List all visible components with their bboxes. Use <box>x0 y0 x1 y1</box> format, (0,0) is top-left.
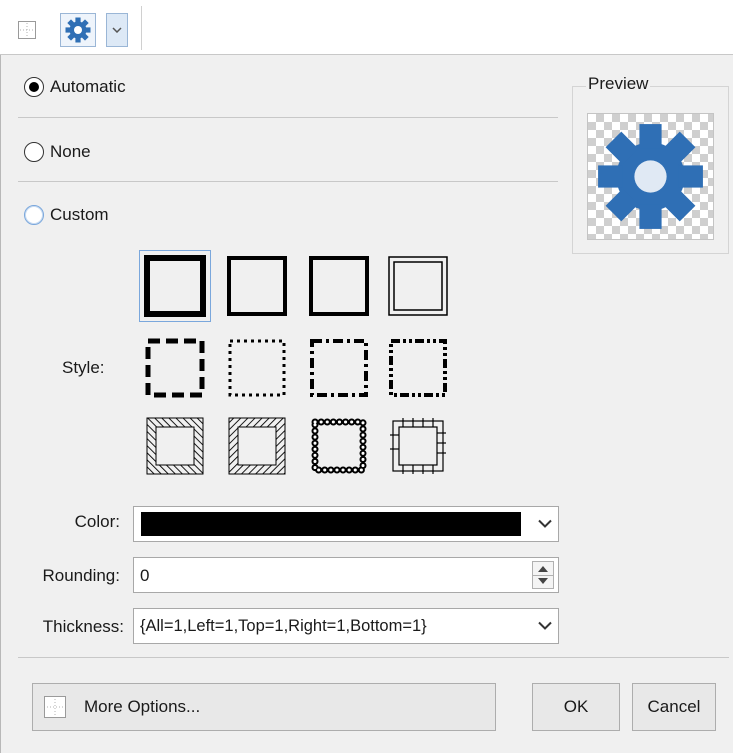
style-solid[interactable] <box>221 250 293 322</box>
radio-custom-button[interactable] <box>24 205 44 225</box>
color-label: Color: <box>74 512 120 531</box>
preview-label: Preview <box>586 74 651 94</box>
border-toolbar-button[interactable] <box>16 19 38 41</box>
style-hatched-left[interactable] <box>139 410 211 482</box>
radio-none-label: None <box>50 142 91 161</box>
thickness-label: Thickness: <box>42 617 124 636</box>
gear-icon <box>598 124 703 229</box>
stepper-down-icon[interactable] <box>537 577 549 586</box>
chevron-down-icon <box>538 621 552 630</box>
thickness-dropdown[interactable]: {All=1,Left=1,Top=1,Right=1,Bottom=1} <box>133 608 559 644</box>
stepper-up-icon[interactable] <box>537 564 549 573</box>
style-double[interactable] <box>382 250 454 322</box>
style-label: Style: <box>62 358 105 377</box>
preview-image <box>587 113 714 240</box>
border-icon <box>44 696 66 718</box>
rounding-stepper[interactable] <box>532 561 554 589</box>
radio-none-button[interactable] <box>24 142 44 162</box>
rounding-label: Rounding: <box>42 566 120 585</box>
radio-automatic-label: Automatic <box>50 77 126 96</box>
radio-automatic-button[interactable] <box>24 77 44 97</box>
ok-button[interactable]: OK <box>532 683 620 731</box>
chevron-down-icon <box>112 27 122 33</box>
ok-label: OK <box>563 697 589 716</box>
style-dashed[interactable] <box>139 332 211 404</box>
style-hatched-right[interactable] <box>221 410 293 482</box>
more-options-label: More Options... <box>84 697 201 716</box>
chevron-down-icon <box>538 519 552 528</box>
radio-automatic[interactable]: Automatic <box>24 74 126 100</box>
style-railroad[interactable] <box>382 410 454 482</box>
style-solid-medium[interactable] <box>303 250 375 322</box>
style-dash-dot[interactable] <box>303 332 375 404</box>
thickness-value: {All=1,Left=1,Top=1,Right=1,Bottom=1} <box>140 617 427 635</box>
dialog-edge <box>0 55 1 753</box>
border-icon <box>18 21 36 39</box>
toolbar-separator <box>141 6 142 50</box>
section-divider <box>18 117 558 118</box>
style-beaded[interactable] <box>303 410 375 482</box>
radio-none[interactable]: None <box>24 139 91 165</box>
cancel-label: Cancel <box>647 697 701 716</box>
gear-toolbar-button[interactable] <box>60 13 96 47</box>
gear-icon <box>65 17 91 43</box>
footer-divider <box>18 657 729 658</box>
radio-custom-label: Custom <box>50 205 109 224</box>
color-swatch <box>141 512 521 536</box>
cancel-button[interactable]: Cancel <box>632 683 716 731</box>
more-options-button[interactable]: More Options... <box>32 683 496 731</box>
toolbar-divider <box>0 54 733 55</box>
style-dash-dot-dot[interactable] <box>382 332 454 404</box>
rounding-value: 0 <box>140 566 150 585</box>
style-solid-thick[interactable] <box>139 250 211 322</box>
gear-dropdown-button[interactable] <box>106 13 128 47</box>
rounding-field[interactable]: 0 <box>133 557 559 593</box>
section-divider <box>18 181 558 182</box>
style-dotted[interactable] <box>221 332 293 404</box>
color-picker[interactable] <box>133 506 559 542</box>
radio-custom[interactable]: Custom <box>24 202 109 228</box>
